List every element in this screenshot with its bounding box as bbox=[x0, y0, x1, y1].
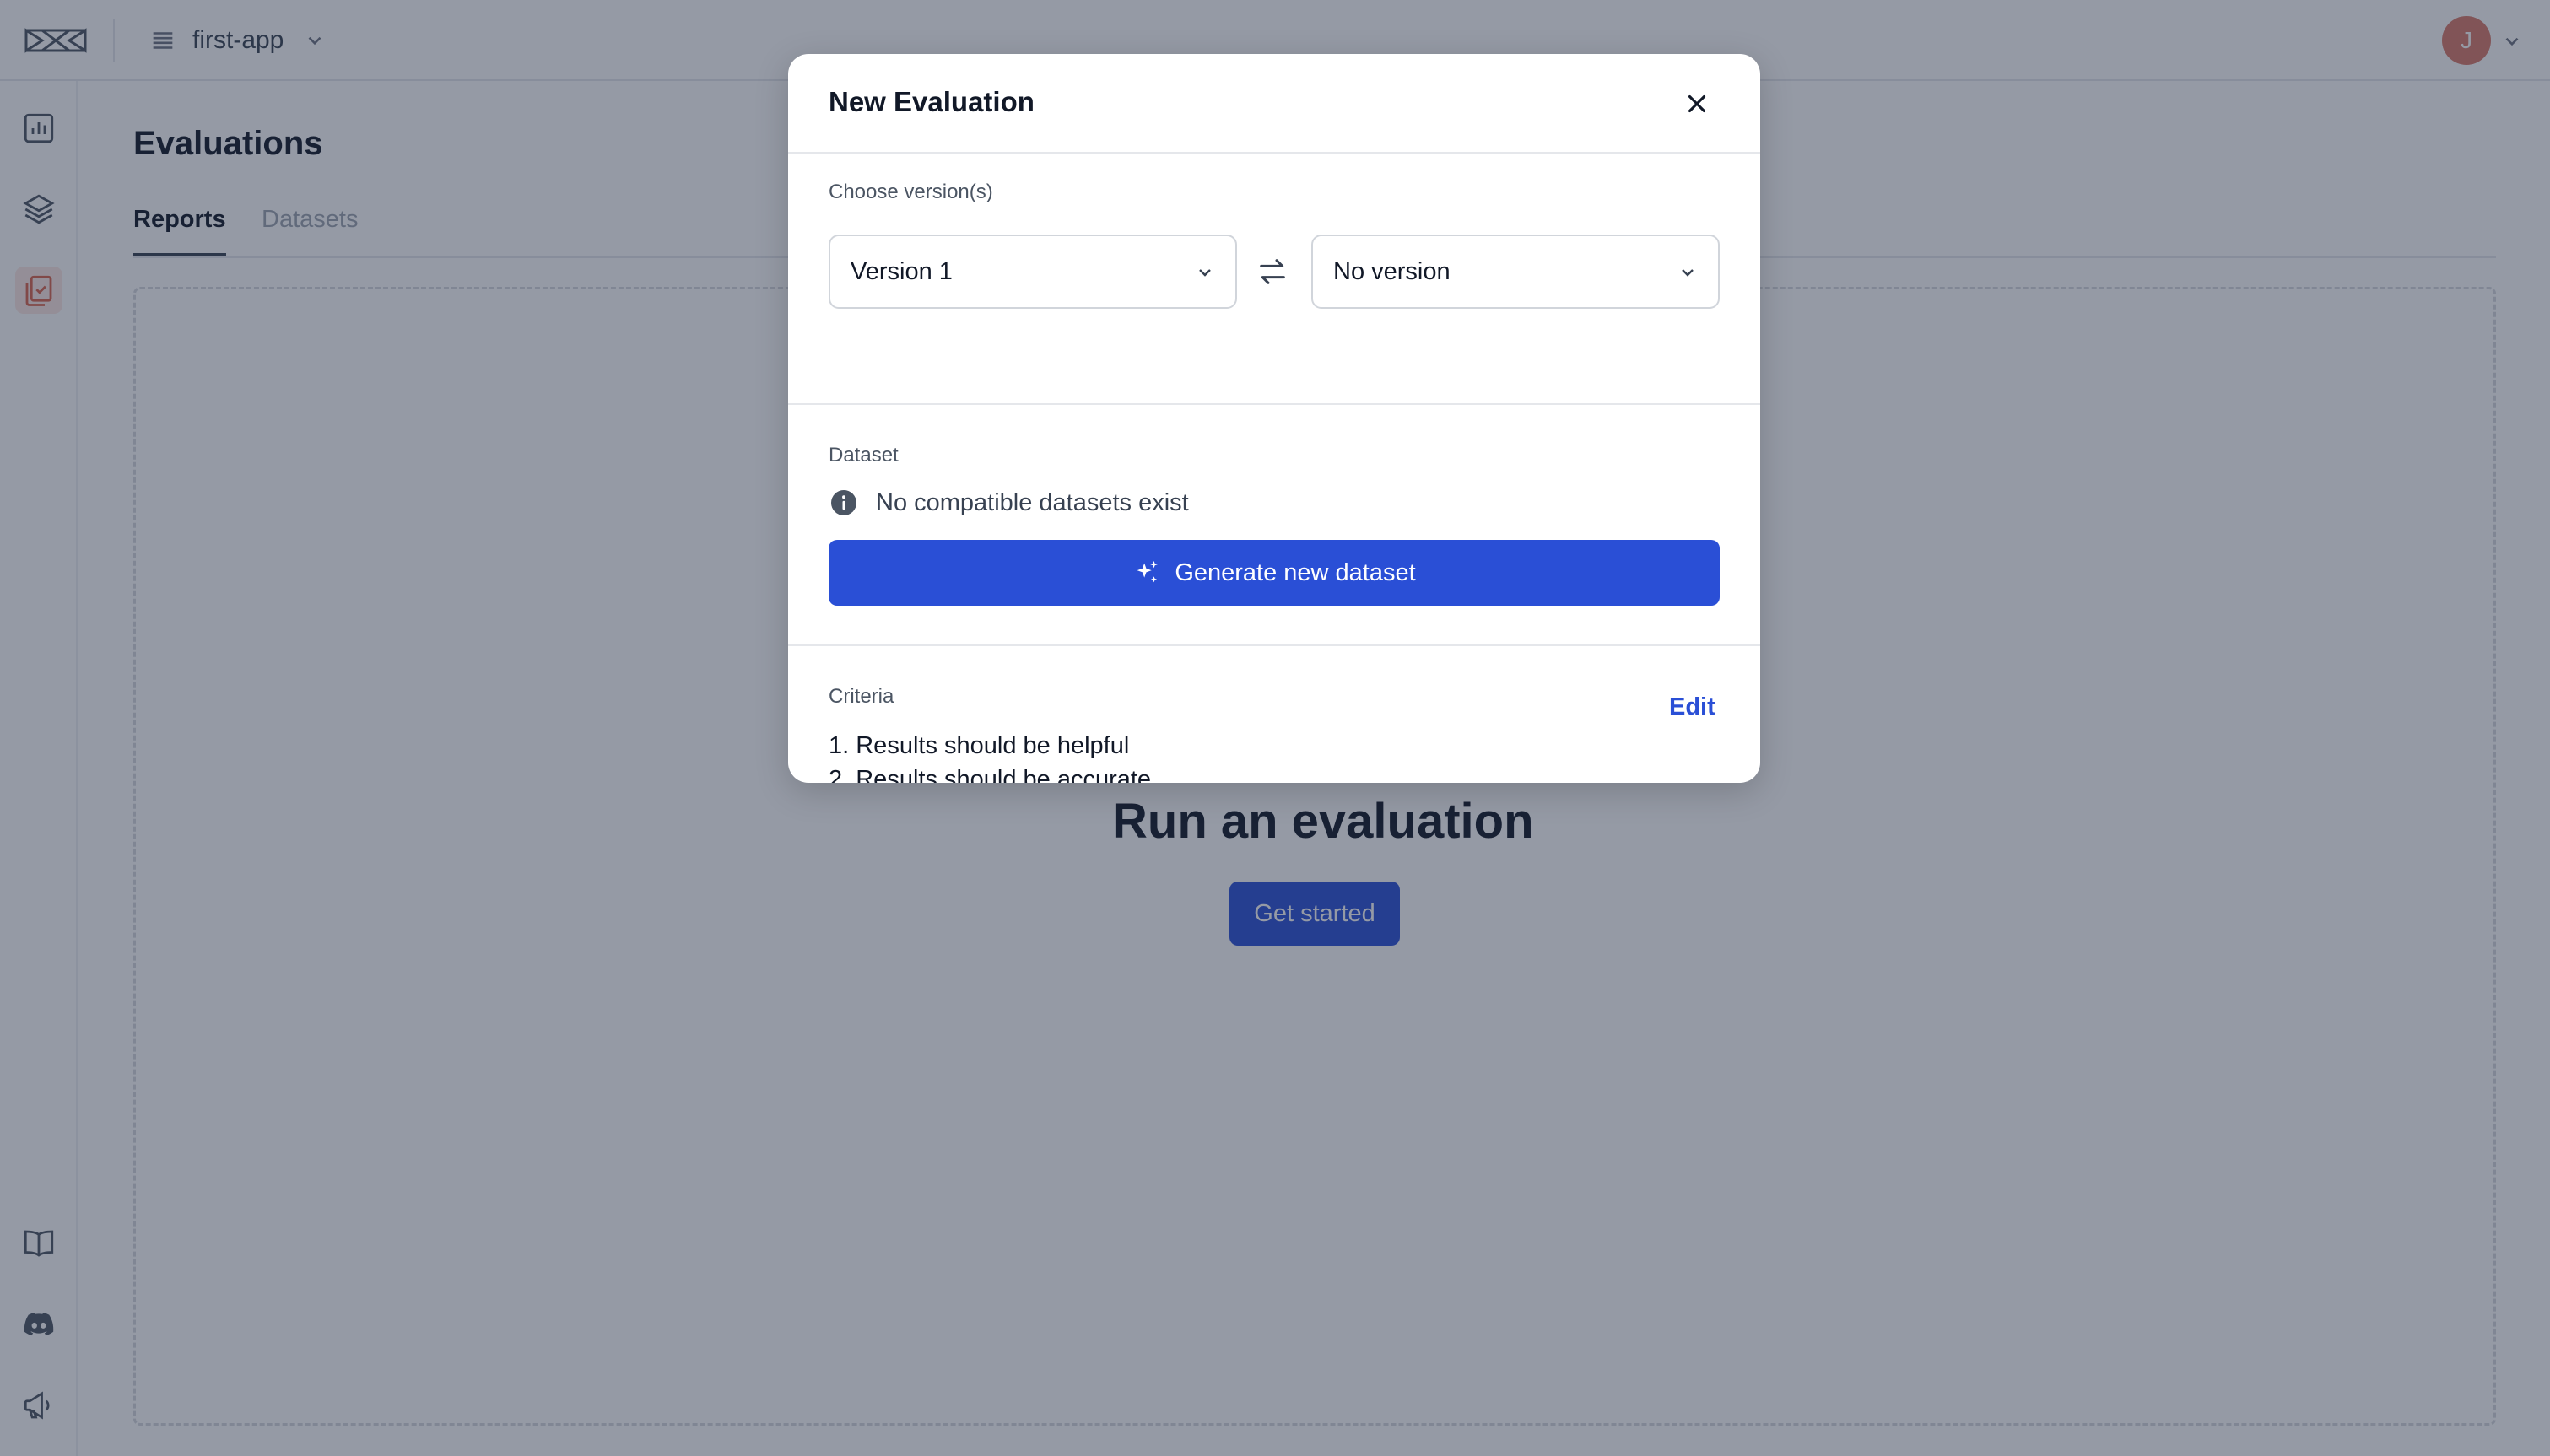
dataset-section: Dataset No compatible datasets exist Gen… bbox=[788, 405, 1760, 646]
generate-dataset-label: Generate new dataset bbox=[1175, 558, 1416, 586]
info-icon bbox=[831, 490, 856, 515]
swap-arrows-icon[interactable] bbox=[1256, 255, 1289, 289]
version-b-value: No version bbox=[1333, 257, 1451, 285]
chevron-down-icon bbox=[1682, 269, 1694, 277]
criteria-item: 1. Results should be helpful bbox=[829, 732, 1130, 759]
criteria-item: 2. Results should be accurate bbox=[829, 766, 1152, 783]
criteria-label: Criteria bbox=[829, 685, 894, 708]
modal-title: New Evaluation bbox=[829, 86, 1035, 117]
edit-criteria-link[interactable]: Edit bbox=[1669, 693, 1715, 721]
versions-label: Choose version(s) bbox=[829, 181, 993, 203]
criteria-list: 1. Results should be helpful 2. Results … bbox=[829, 729, 1151, 783]
dataset-message-text: No compatible datasets exist bbox=[876, 488, 1189, 516]
versions-section: Choose version(s) Version 1 No version bbox=[788, 154, 1760, 405]
generate-dataset-button[interactable]: Generate new dataset bbox=[829, 540, 1720, 606]
close-icon bbox=[1688, 94, 1706, 113]
sparkles-icon bbox=[1137, 560, 1159, 583]
dataset-message: No compatible datasets exist bbox=[829, 488, 1189, 518]
dataset-label: Dataset bbox=[829, 444, 899, 466]
version-a-value: Version 1 bbox=[851, 257, 953, 285]
chevron-down-icon bbox=[1199, 269, 1211, 277]
criteria-section: Criteria Edit 1. Results should be helpf… bbox=[788, 646, 1760, 783]
modal-header: New Evaluation bbox=[788, 54, 1760, 154]
version-b-select[interactable]: No version bbox=[1311, 235, 1720, 309]
new-evaluation-modal: New Evaluation Choose version(s) Version… bbox=[788, 54, 1760, 783]
close-button[interactable] bbox=[1677, 84, 1716, 123]
version-a-select[interactable]: Version 1 bbox=[829, 235, 1237, 309]
